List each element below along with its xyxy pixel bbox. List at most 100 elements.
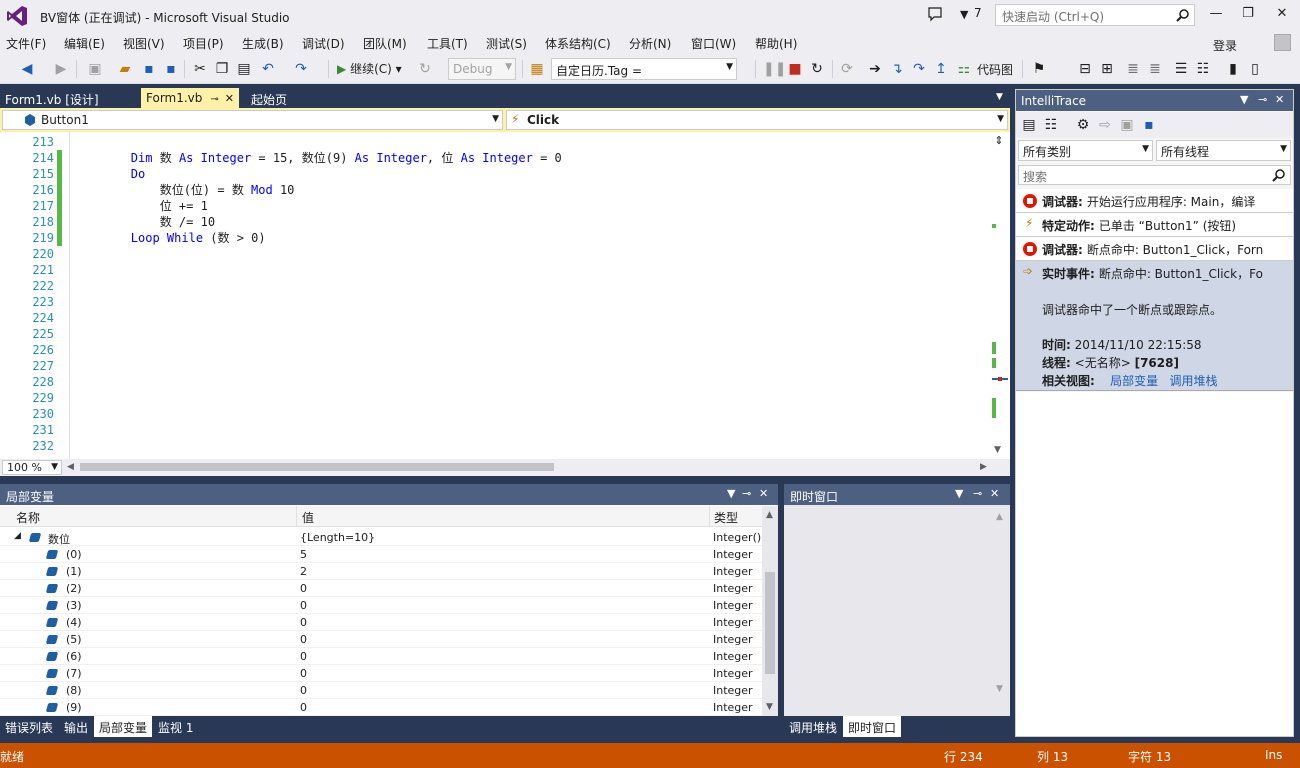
- pause-icon[interactable]: ❚❚: [763, 60, 786, 78]
- object-select[interactable]: Button1 ▼: [2, 110, 503, 130]
- column-header-name[interactable]: 名称: [16, 509, 40, 526]
- restart-debug-icon[interactable]: ↻: [808, 60, 826, 78]
- bookmark-icon[interactable]: ▮: [1224, 60, 1242, 78]
- menu-test[interactable]: 测试(S): [486, 35, 527, 52]
- tab-form1-code[interactable]: Form1.vb ⊸ ✕: [141, 88, 240, 108]
- show-next-statement-icon[interactable]: ➔: [866, 60, 884, 78]
- close-icon[interactable]: ✕: [759, 487, 768, 500]
- column-header-value[interactable]: 值: [302, 509, 314, 526]
- quick-launch-input[interactable]: 快速启动 (Ctrl+Q): [995, 4, 1195, 26]
- trace-event-item[interactable]: 调试器: 开始运行应用程序: Main，编译: [1016, 189, 1293, 213]
- menu-analyze[interactable]: 分析(N): [629, 35, 671, 52]
- locals-vertical-scrollbar[interactable]: ▲ ▼: [762, 506, 778, 716]
- save-icon[interactable]: ▪: [140, 60, 158, 78]
- trace-event-item[interactable]: 调试器: 断点命中: Button1_Click，Forn: [1016, 237, 1293, 261]
- menu-team[interactable]: 团队(M): [363, 35, 407, 52]
- chevron-down-icon[interactable]: ▼: [727, 487, 735, 500]
- step-into-icon[interactable]: ↴: [888, 60, 906, 78]
- table-row[interactable]: (7) 0 Integer: [0, 665, 762, 682]
- table-row[interactable]: (9) 0 Integer: [0, 699, 762, 716]
- menu-architecture[interactable]: 体系结构(C): [545, 35, 611, 52]
- search-icon[interactable]: [1176, 8, 1190, 22]
- variable-value[interactable]: 0: [300, 650, 307, 663]
- hot-reload-icon[interactable]: ⟳: [838, 60, 856, 78]
- table-row[interactable]: (5) 0 Integer: [0, 631, 762, 648]
- locals-view-link[interactable]: 局部变量: [1110, 374, 1158, 388]
- variable-value[interactable]: 0: [300, 599, 307, 612]
- menu-project[interactable]: 项目(P): [183, 35, 224, 52]
- table-row[interactable]: (6) 0 Integer: [0, 648, 762, 665]
- intellitrace-search-input[interactable]: 搜索: [1018, 165, 1291, 185]
- menu-help[interactable]: 帮助(H): [755, 35, 797, 52]
- column-divider[interactable]: [296, 506, 297, 527]
- list-view-icon[interactable]: ▤: [1020, 116, 1038, 134]
- stop-icon[interactable]: ■: [786, 60, 804, 78]
- code-editor[interactable]: 213 214 215 216 217 218 219 220 221 222 …: [0, 132, 1010, 459]
- close-icon[interactable]: ✕: [225, 92, 234, 105]
- outdent-icon[interactable]: ≣: [1146, 60, 1164, 78]
- scroll-thumb[interactable]: [765, 572, 775, 674]
- tab-immediate[interactable]: 即时窗口: [843, 716, 902, 737]
- expand-triangle-icon[interactable]: ◢: [14, 531, 21, 541]
- editor-vertical-scrollbar[interactable]: ⇕ ▼: [990, 132, 1010, 459]
- table-row[interactable]: (1) 2 Integer: [0, 563, 762, 580]
- tab-form1-design[interactable]: Form1.vb [设计]: [0, 88, 104, 108]
- variable-value[interactable]: 0: [300, 582, 307, 595]
- zoom-select[interactable]: 100 % ▼: [2, 460, 62, 475]
- variable-value[interactable]: 0: [300, 633, 307, 646]
- notification-icon[interactable]: [927, 6, 943, 22]
- redo-icon[interactable]: ↷: [292, 60, 310, 78]
- pin-icon[interactable]: ⊸: [1258, 93, 1267, 106]
- pin-icon[interactable]: ⊸: [210, 94, 218, 105]
- tab-locals[interactable]: 局部变量: [94, 716, 153, 737]
- event-select[interactable]: ⚡ Click ▼: [506, 110, 1008, 130]
- chevron-down-icon[interactable]: ▼: [1240, 93, 1248, 106]
- code-line-215[interactable]: Do: [73, 166, 145, 182]
- scroll-up-icon[interactable]: ▲: [766, 510, 773, 520]
- menu-view[interactable]: 视图(V): [123, 35, 165, 52]
- open-log-icon[interactable]: ▣: [1118, 116, 1136, 134]
- tab-output[interactable]: 输出: [59, 716, 93, 737]
- close-icon[interactable]: ✕: [1275, 93, 1284, 106]
- comment-icon[interactable]: ☰: [1172, 60, 1190, 78]
- variable-value[interactable]: 5: [300, 548, 307, 561]
- trace-event-item[interactable]: ⚡ 特定动作: 已单击 “Button1” (按钮): [1016, 213, 1293, 237]
- forward-icon[interactable]: ▶: [52, 60, 70, 78]
- table-row[interactable]: (8) 0 Integer: [0, 682, 762, 699]
- chevron-down-icon[interactable]: ▼: [955, 487, 963, 500]
- open-folder-icon[interactable]: ▰: [116, 60, 134, 78]
- step-out-icon[interactable]: ↥: [932, 60, 950, 78]
- tab-start-page[interactable]: 起始页: [246, 88, 292, 108]
- find-combo-input[interactable]: 自定日历.Tag = ▼: [551, 58, 737, 80]
- indent-icon[interactable]: ≣: [1124, 60, 1142, 78]
- pin-icon[interactable]: ⊸: [973, 487, 982, 500]
- continue-button[interactable]: ▶ 继续(C) ▾: [337, 60, 402, 78]
- code-map-button[interactable]: 代码图: [977, 61, 1013, 78]
- gear-icon[interactable]: ⚙: [1074, 116, 1092, 134]
- code-map-icon[interactable]: ⚏: [955, 60, 973, 78]
- tab-error-list[interactable]: 错误列表: [0, 716, 58, 737]
- code-line-217[interactable]: 位 += 1: [73, 198, 208, 214]
- category-filter-select[interactable]: 所有类别 ▼: [1018, 140, 1153, 161]
- table-row[interactable]: (3) 0 Integer: [0, 597, 762, 614]
- trace-event-item-selected[interactable]: ➩ 实时事件: 断点命中: Button1_Click，Fo: [1016, 261, 1293, 285]
- column-header-type[interactable]: 类型: [714, 509, 738, 526]
- menu-edit[interactable]: 编辑(E): [64, 35, 105, 52]
- step-over-icon[interactable]: ↷: [910, 60, 928, 78]
- horizontal-scroll-thumb[interactable]: [80, 463, 554, 471]
- menu-tools[interactable]: 工具(T): [427, 35, 468, 52]
- variable-value[interactable]: 0: [300, 701, 307, 714]
- login-link[interactable]: 登录: [1213, 37, 1237, 54]
- new-project-icon[interactable]: ▣: [86, 60, 104, 78]
- solution-config-select[interactable]: Debug ▼: [448, 58, 516, 80]
- copy-icon[interactable]: ❐: [213, 60, 231, 78]
- scroll-left-icon[interactable]: ◀: [67, 462, 74, 472]
- variable-value[interactable]: 0: [300, 667, 307, 680]
- undo-icon[interactable]: ↶: [259, 60, 277, 78]
- tab-watch-1[interactable]: 监视 1: [153, 716, 198, 737]
- menu-file[interactable]: 文件(F): [6, 35, 46, 52]
- save-icon[interactable]: ▪: [1140, 116, 1158, 134]
- tree-view-icon[interactable]: ☷: [1042, 116, 1060, 134]
- paste-icon[interactable]: ▤: [235, 60, 253, 78]
- column-divider[interactable]: [709, 506, 710, 527]
